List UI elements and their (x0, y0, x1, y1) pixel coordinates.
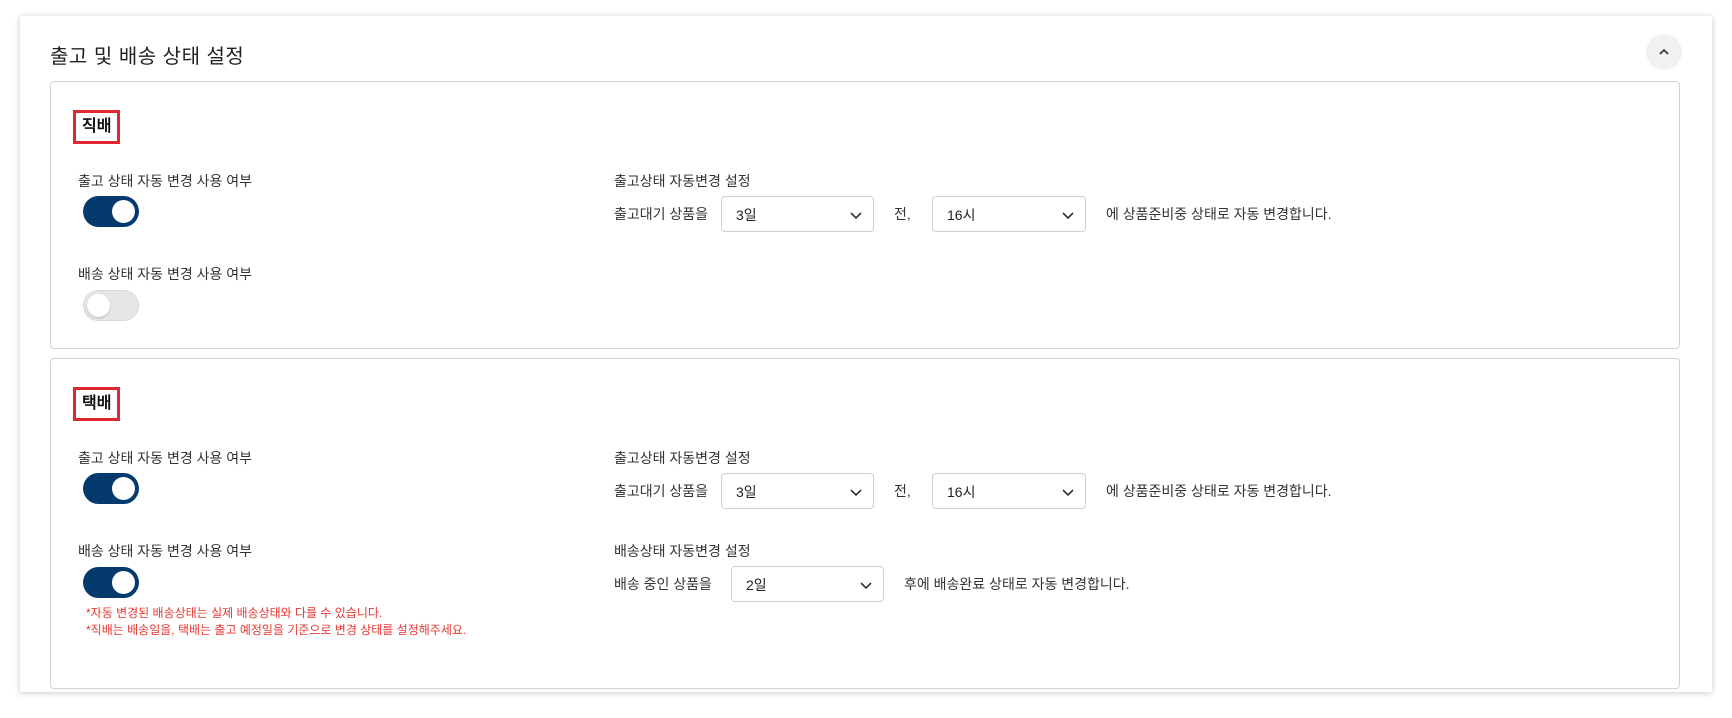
section-tag-courier: 택배 (73, 387, 121, 421)
release-toggle-label: 출고 상태 자동 변경 사용 여부 (78, 173, 253, 189)
chevron-up-icon (1659, 48, 1669, 55)
delivery-days-select[interactable]: 2일 (731, 566, 884, 602)
release-days-select[interactable]: 3일 (721, 196, 874, 232)
release-mid-text: 전, (894, 483, 911, 499)
shipping-status-settings-card: 출고 및 배송 상태 설정 직배 출고 상태 자동 변경 사용 여부 배송 상태… (20, 16, 1712, 692)
toggle-knob (112, 477, 135, 500)
card-title: 출고 및 배송 상태 설정 (50, 46, 245, 68)
delivery-toggle-label: 배송 상태 자동 변경 사용 여부 (78, 266, 253, 282)
collapse-button[interactable] (1646, 34, 1682, 70)
release-setting-title: 출고상태 자동변경 설정 (614, 450, 751, 466)
release-hour-select[interactable]: 16시 (932, 473, 1086, 509)
release-days-value: 3일 (736, 484, 757, 500)
delivery-toggle-label: 배송 상태 자동 변경 사용 여부 (78, 543, 253, 559)
release-prefix-text: 출고대기 상품을 (614, 206, 709, 222)
release-suffix-text: 에 상품준비중 상태로 자동 변경합니다. (1106, 483, 1332, 499)
release-auto-change-toggle[interactable] (83, 473, 139, 504)
release-toggle-label: 출고 상태 자동 변경 사용 여부 (78, 450, 253, 466)
delivery-days-value: 2일 (746, 577, 767, 593)
section-tag-direct: 직배 (73, 110, 121, 144)
chevron-down-icon (1062, 489, 1074, 497)
release-days-select[interactable]: 3일 (721, 473, 874, 509)
notice-text-2: *직배는 배송일을, 택배는 출고 예정일을 기준으로 변경 상태를 설정해주세… (86, 623, 467, 637)
delivery-auto-change-toggle[interactable] (83, 567, 139, 598)
release-days-value: 3일 (736, 207, 757, 223)
delivery-prefix-text: 배송 중인 상품을 (614, 576, 712, 592)
release-suffix-text: 에 상품준비중 상태로 자동 변경합니다. (1106, 206, 1332, 222)
chevron-down-icon (860, 582, 872, 590)
release-setting-title: 출고상태 자동변경 설정 (614, 173, 751, 189)
notice-text-1: *자동 변경된 배송상태는 실제 배송상태와 다를 수 있습니다. (86, 606, 383, 620)
direct-delivery-panel: 직배 출고 상태 자동 변경 사용 여부 배송 상태 자동 변경 사용 여부 출… (50, 81, 1680, 349)
toggle-knob (112, 571, 135, 594)
delivery-suffix-text: 후에 배송완료 상태로 자동 변경합니다. (904, 576, 1130, 592)
chevron-down-icon (1062, 212, 1074, 220)
release-auto-change-toggle[interactable] (83, 196, 139, 227)
toggle-knob (112, 200, 135, 223)
release-hour-value: 16시 (947, 484, 976, 500)
delivery-auto-change-toggle[interactable] (83, 290, 139, 321)
release-hour-select[interactable]: 16시 (932, 196, 1086, 232)
delivery-setting-title: 배송상태 자동변경 설정 (614, 543, 751, 559)
toggle-knob (87, 294, 110, 317)
chevron-down-icon (850, 212, 862, 220)
release-hour-value: 16시 (947, 207, 976, 223)
release-prefix-text: 출고대기 상품을 (614, 483, 709, 499)
chevron-down-icon (850, 489, 862, 497)
courier-delivery-panel: 택배 출고 상태 자동 변경 사용 여부 배송 상태 자동 변경 사용 여부 *… (50, 358, 1680, 689)
release-mid-text: 전, (894, 206, 911, 222)
